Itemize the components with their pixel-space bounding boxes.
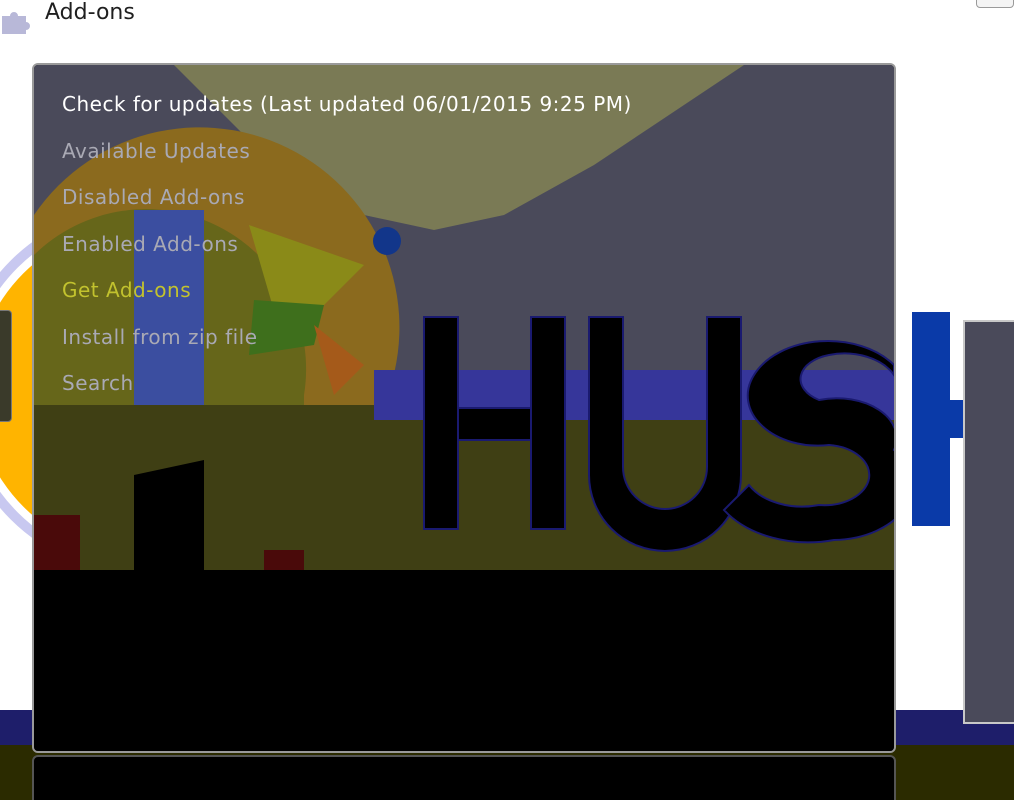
menu-item-disabled-addons[interactable]: Disabled Add-ons	[62, 174, 862, 221]
addons-menu-list: Check for updates (Last updated 06/01/20…	[62, 81, 862, 407]
right-preview-panel	[963, 320, 1014, 724]
addons-puzzle-icon	[2, 12, 30, 34]
addons-window: Add-ons Check for updates (Last updated …	[0, 0, 1014, 800]
secondary-panel	[32, 755, 896, 800]
top-right-control[interactable]	[976, 0, 1014, 8]
side-menu-handle[interactable]	[0, 310, 12, 422]
page-title: Add-ons	[45, 0, 135, 25]
menu-item-get-addons[interactable]: Get Add-ons	[62, 267, 862, 314]
menu-item-available-updates[interactable]: Available Updates	[62, 128, 862, 175]
addons-menu-dialog: Check for updates (Last updated 06/01/20…	[32, 63, 896, 753]
menu-item-search[interactable]: Search	[62, 360, 862, 407]
menu-item-check-for-updates[interactable]: Check for updates (Last updated 06/01/20…	[62, 81, 862, 128]
menu-item-install-from-zip[interactable]: Install from zip file	[62, 314, 862, 361]
menu-item-enabled-addons[interactable]: Enabled Add-ons	[62, 221, 862, 268]
